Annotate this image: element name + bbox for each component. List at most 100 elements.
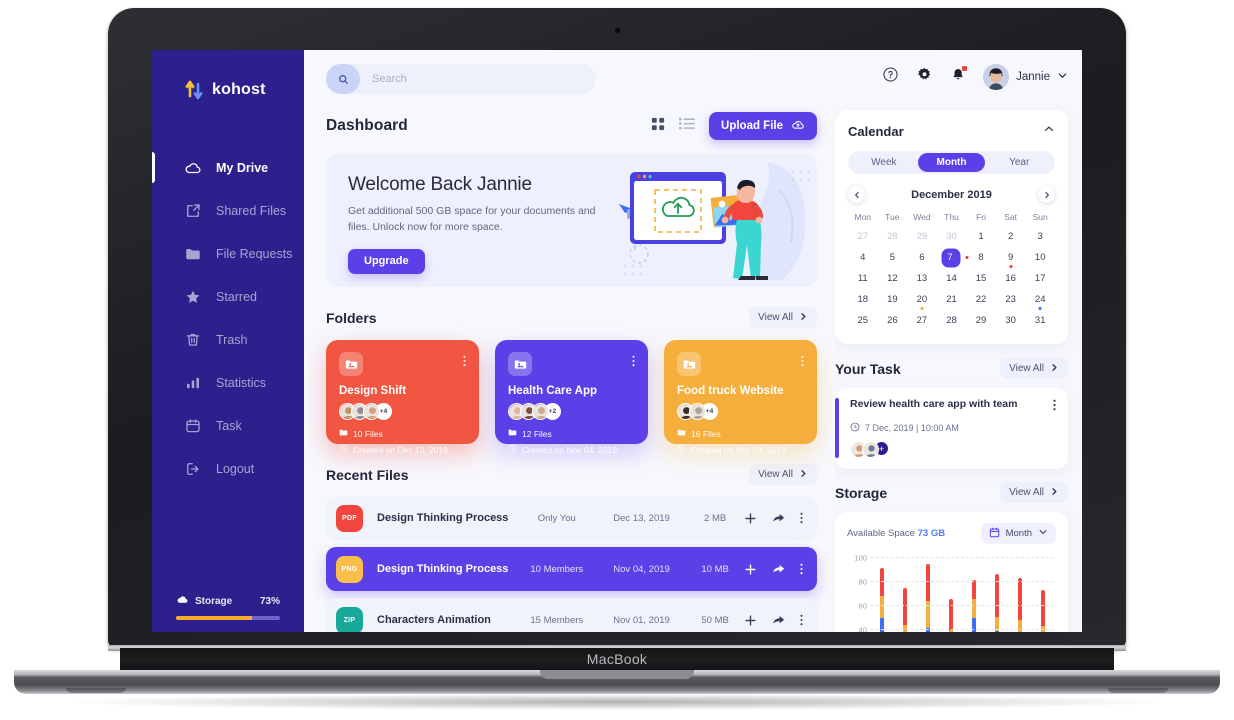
task-view-all-button[interactable]: View All — [1000, 358, 1068, 379]
gear-icon[interactable] — [916, 66, 933, 88]
more-vertical-icon[interactable] — [800, 563, 803, 575]
more-vertical-icon[interactable] — [800, 512, 803, 524]
calendar-day[interactable]: 14 — [937, 268, 967, 289]
calendar-day[interactable]: 1 — [966, 226, 996, 247]
calendar-day[interactable]: 29 — [907, 226, 937, 247]
calendar-day[interactable]: 20 — [907, 289, 937, 310]
chevron-right-icon[interactable] — [1038, 186, 1055, 203]
calendar-day[interactable]: 31 — [1025, 310, 1055, 331]
calendar-day[interactable]: 2 — [996, 226, 1026, 247]
chart-bar-slot — [917, 558, 940, 632]
storage-range-select[interactable]: Month — [980, 523, 1056, 544]
calendar-day[interactable]: 27 — [907, 310, 937, 331]
calendar-card: Calendar Week Month Year December 2019 M… — [835, 110, 1068, 344]
chart-bar[interactable] — [880, 567, 885, 632]
help-circle-icon[interactable] — [882, 66, 899, 88]
calendar-day[interactable]: 30 — [996, 310, 1026, 331]
more-vertical-icon[interactable] — [801, 352, 804, 372]
chart-bar[interactable] — [926, 564, 931, 632]
more-vertical-icon[interactable] — [1053, 398, 1056, 416]
more-vertical-icon[interactable] — [632, 352, 635, 372]
chart-bar[interactable] — [994, 573, 999, 632]
folder-card[interactable]: Design Shift +4 10 Files Created on Dec 13,… — [326, 340, 479, 455]
chart-y-tick: 60 — [858, 601, 867, 611]
task-item[interactable]: Review health care app with team 7 Dec, … — [835, 388, 1068, 469]
plus-icon[interactable] — [744, 512, 757, 525]
folder-file-count: 12 Files — [508, 428, 635, 439]
calendar-day[interactable]: 23 — [996, 289, 1026, 310]
user-menu[interactable]: Jannie — [983, 64, 1068, 90]
calendar-day[interactable]: 12 — [878, 268, 908, 289]
chevron-up-icon[interactable] — [1043, 122, 1055, 140]
calendar-day[interactable]: 22 — [966, 289, 996, 310]
chart-bar[interactable] — [949, 598, 954, 632]
calendar-day[interactable]: 28 — [937, 310, 967, 331]
bell-icon[interactable] — [950, 65, 968, 88]
search-input[interactable] — [360, 64, 596, 94]
view-all-label: View All — [1009, 363, 1044, 374]
calendar-day[interactable]: 19 — [878, 289, 908, 310]
more-vertical-icon[interactable] — [463, 352, 466, 372]
calendar-day[interactable]: 5 — [878, 247, 908, 268]
calendar-day[interactable]: 27 — [848, 226, 878, 247]
grid-view-icon[interactable] — [651, 117, 665, 136]
calendar-day[interactable]: 30 — [937, 226, 967, 247]
search-box[interactable] — [326, 64, 596, 94]
folder-card[interactable]: Food truck Website +4 16 Files Created on N… — [664, 340, 817, 455]
folder-image-icon — [508, 352, 532, 376]
calendar-day[interactable]: 7 — [937, 247, 969, 268]
calendar-day[interactable]: 9 — [996, 247, 1026, 268]
chart-bar[interactable] — [1040, 590, 1045, 632]
plus-icon[interactable] — [744, 563, 757, 576]
sidebar-item-statistics[interactable]: Statistics — [152, 361, 304, 404]
more-vertical-icon[interactable] — [800, 614, 803, 626]
calendar-day[interactable]: 8 — [966, 247, 996, 268]
table-row[interactable]: PNG Design Thinking Process 10 Members Nov … — [326, 547, 817, 591]
calendar-day[interactable]: 29 — [966, 310, 996, 331]
list-view-icon[interactable] — [679, 117, 696, 135]
calendar-day[interactable]: 16 — [996, 268, 1026, 289]
calendar-day[interactable]: 4 — [848, 247, 878, 268]
calendar-day[interactable]: 11 — [848, 268, 878, 289]
sidebar-item-trash[interactable]: Trash — [152, 318, 304, 361]
sidebar-item-file-requests[interactable]: File Requests — [152, 232, 304, 275]
laptop-base: MacBook — [120, 648, 1114, 670]
calendar-day[interactable]: 17 — [1025, 268, 1055, 289]
storage-view-all-button[interactable]: View All — [1000, 482, 1068, 503]
chevron-left-icon[interactable] — [848, 186, 865, 203]
calendar-month-label: December 2019 — [911, 188, 992, 201]
brand[interactable]: kohost — [152, 62, 304, 108]
plus-icon[interactable] — [744, 614, 757, 627]
chart-bar[interactable] — [903, 588, 908, 632]
share-arrow-icon[interactable] — [772, 614, 785, 627]
calendar-day[interactable]: 28 — [878, 226, 908, 247]
upgrade-button[interactable]: Upgrade — [348, 248, 425, 274]
sidebar-item-task[interactable]: Task — [152, 404, 304, 447]
table-row[interactable]: PDF Design Thinking Process Only You Dec 13… — [326, 496, 817, 540]
calendar-day[interactable]: 6 — [907, 247, 937, 268]
search-icon[interactable] — [326, 64, 360, 94]
calendar-day[interactable]: 25 — [848, 310, 878, 331]
calendar-day[interactable]: 13 — [907, 268, 937, 289]
sidebar-item-logout[interactable]: Logout — [152, 447, 304, 490]
share-arrow-icon[interactable] — [772, 512, 785, 525]
sidebar-item-my-drive[interactable]: My Drive — [152, 146, 304, 189]
upload-file-button[interactable]: Upload File — [709, 112, 817, 140]
calendar-day[interactable]: 15 — [966, 268, 996, 289]
sidebar-item-starred[interactable]: Starred — [152, 275, 304, 318]
recent-files-view-all-button[interactable]: View All — [749, 464, 817, 485]
calendar-day[interactable]: 21 — [937, 289, 967, 310]
calendar-range-year[interactable]: Year — [985, 153, 1053, 172]
calendar-range-month[interactable]: Month — [917, 153, 986, 172]
calendar-day[interactable]: 26 — [878, 310, 908, 331]
sidebar-item-shared-files[interactable]: Shared Files — [152, 189, 304, 232]
share-arrow-icon[interactable] — [772, 563, 785, 576]
calendar-range-week[interactable]: Week — [850, 153, 918, 172]
folders-view-all-button[interactable]: View All — [749, 307, 817, 328]
folder-card[interactable]: Health Care App +2 12 Files Created on Nov … — [495, 340, 648, 455]
calendar-day[interactable]: 3 — [1025, 226, 1055, 247]
table-row[interactable]: ZIP Characters Animation 15 Members Nov 01,… — [326, 598, 817, 632]
calendar-day[interactable]: 10 — [1025, 247, 1055, 268]
calendar-day[interactable]: 24 — [1025, 289, 1055, 310]
calendar-day[interactable]: 18 — [848, 289, 878, 310]
